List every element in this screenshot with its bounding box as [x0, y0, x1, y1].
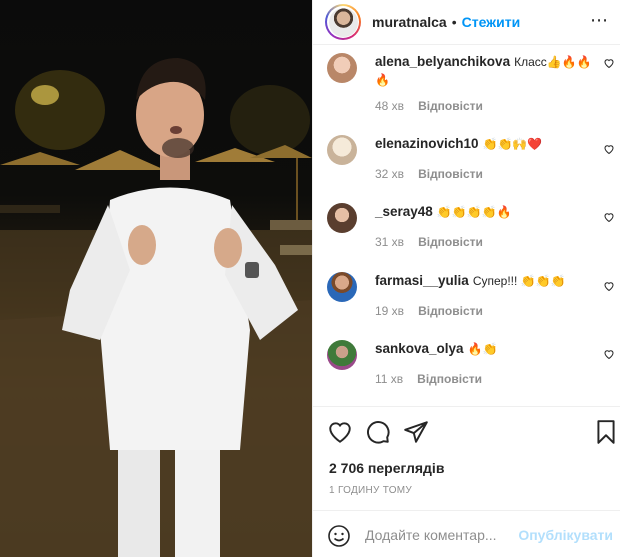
more-options-icon[interactable]: ⋯ — [590, 11, 609, 29]
reply-button[interactable]: Відповісти — [418, 304, 483, 318]
commenter-avatar[interactable] — [327, 340, 357, 370]
comment-content: 👏👏👏👏🔥 — [436, 205, 512, 219]
reply-button[interactable]: Відповісти — [418, 167, 483, 181]
comment-time: 32 хв — [375, 167, 405, 181]
comment-content: 👏👏🙌❤️ — [482, 137, 543, 151]
reply-button[interactable]: Відповісти — [417, 372, 482, 386]
follow-button[interactable]: Стежити — [462, 14, 521, 30]
reply-button[interactable]: Відповісти — [418, 99, 483, 113]
comment-content: 🔥👏 — [467, 342, 498, 356]
comment-input[interactable] — [365, 523, 525, 547]
comment-username[interactable]: elenazinovich10 — [375, 136, 479, 151]
post-side-panel: muratnalca • Стежити ⋯ alena_belyanchiko… — [312, 0, 620, 557]
comment-meta: 32 хв Відповісти — [375, 167, 497, 181]
comment-time: 31 хв — [375, 235, 405, 249]
comment-content: Супер!!! 👏👏👏 — [472, 274, 566, 288]
author-username[interactable]: muratnalca — [372, 14, 447, 30]
comment-text: _seray48 👏👏👏👏🔥 — [375, 203, 595, 221]
views-count[interactable]: 2 706 переглядів — [329, 460, 444, 476]
comment-time: 19 хв — [375, 304, 405, 318]
comment-meta: 19 хв Відповісти — [375, 304, 497, 318]
comment-bubble-icon[interactable] — [365, 419, 391, 445]
post-timestamp[interactable]: 1 ГОДИНУ ТОМУ — [329, 485, 412, 496]
comment-username[interactable]: alena_belyanchikova — [375, 54, 510, 69]
comment-meta: 48 хв Відповісти — [375, 99, 497, 113]
comment-text: elenazinovich10 👏👏🙌❤️ — [375, 135, 595, 153]
post-header: muratnalca • Стежити ⋯ — [313, 0, 620, 45]
emoji-icon[interactable] — [327, 524, 351, 548]
comment-text: alena_belyanchikova Класс👍🔥🔥🔥 — [375, 53, 595, 89]
video-frame — [0, 58, 312, 557]
comment-text: sankova_olya 🔥👏 — [375, 340, 595, 358]
avatar-inner — [327, 6, 359, 38]
like-heart-icon[interactable] — [603, 280, 615, 292]
comment-meta: 11 хв Відповісти — [375, 372, 496, 386]
share-paper-plane-icon[interactable] — [403, 419, 429, 445]
comments-list[interactable]: alena_belyanchikova Класс👍🔥🔥🔥 48 хв Відпов… — [313, 45, 620, 405]
commenter-avatar[interactable] — [327, 135, 357, 165]
avatar-image — [328, 7, 358, 37]
like-heart-icon[interactable] — [327, 419, 353, 445]
commenter-avatar[interactable] — [327, 203, 357, 233]
comment-username[interactable]: farmasi__yulia — [375, 273, 469, 288]
reply-button[interactable]: Відповісти — [418, 235, 483, 249]
comment-username[interactable]: sankova_olya — [375, 341, 464, 356]
comment-text: farmasi__yulia Супер!!! 👏👏👏 — [375, 272, 595, 290]
add-comment-bar: Опублікувати — [313, 510, 620, 558]
commenter-avatar[interactable] — [327, 53, 357, 83]
post-video[interactable] — [0, 0, 312, 557]
comment-username[interactable]: _seray48 — [375, 204, 433, 219]
author-avatar[interactable] — [325, 4, 361, 40]
like-heart-icon[interactable] — [603, 348, 615, 360]
comment-time: 48 хв — [375, 99, 405, 113]
commenter-avatar[interactable] — [327, 272, 357, 302]
save-bookmark-icon[interactable] — [593, 419, 619, 445]
comment-meta: 31 хв Відповісти — [375, 235, 497, 249]
publish-button[interactable]: Опублікувати — [518, 527, 613, 543]
comment-time: 11 хв — [375, 372, 404, 386]
like-heart-icon[interactable] — [603, 211, 615, 223]
like-heart-icon[interactable] — [603, 143, 615, 155]
action-bar — [313, 406, 620, 457]
like-heart-icon[interactable] — [603, 57, 615, 69]
header-separator: • — [451, 14, 457, 30]
